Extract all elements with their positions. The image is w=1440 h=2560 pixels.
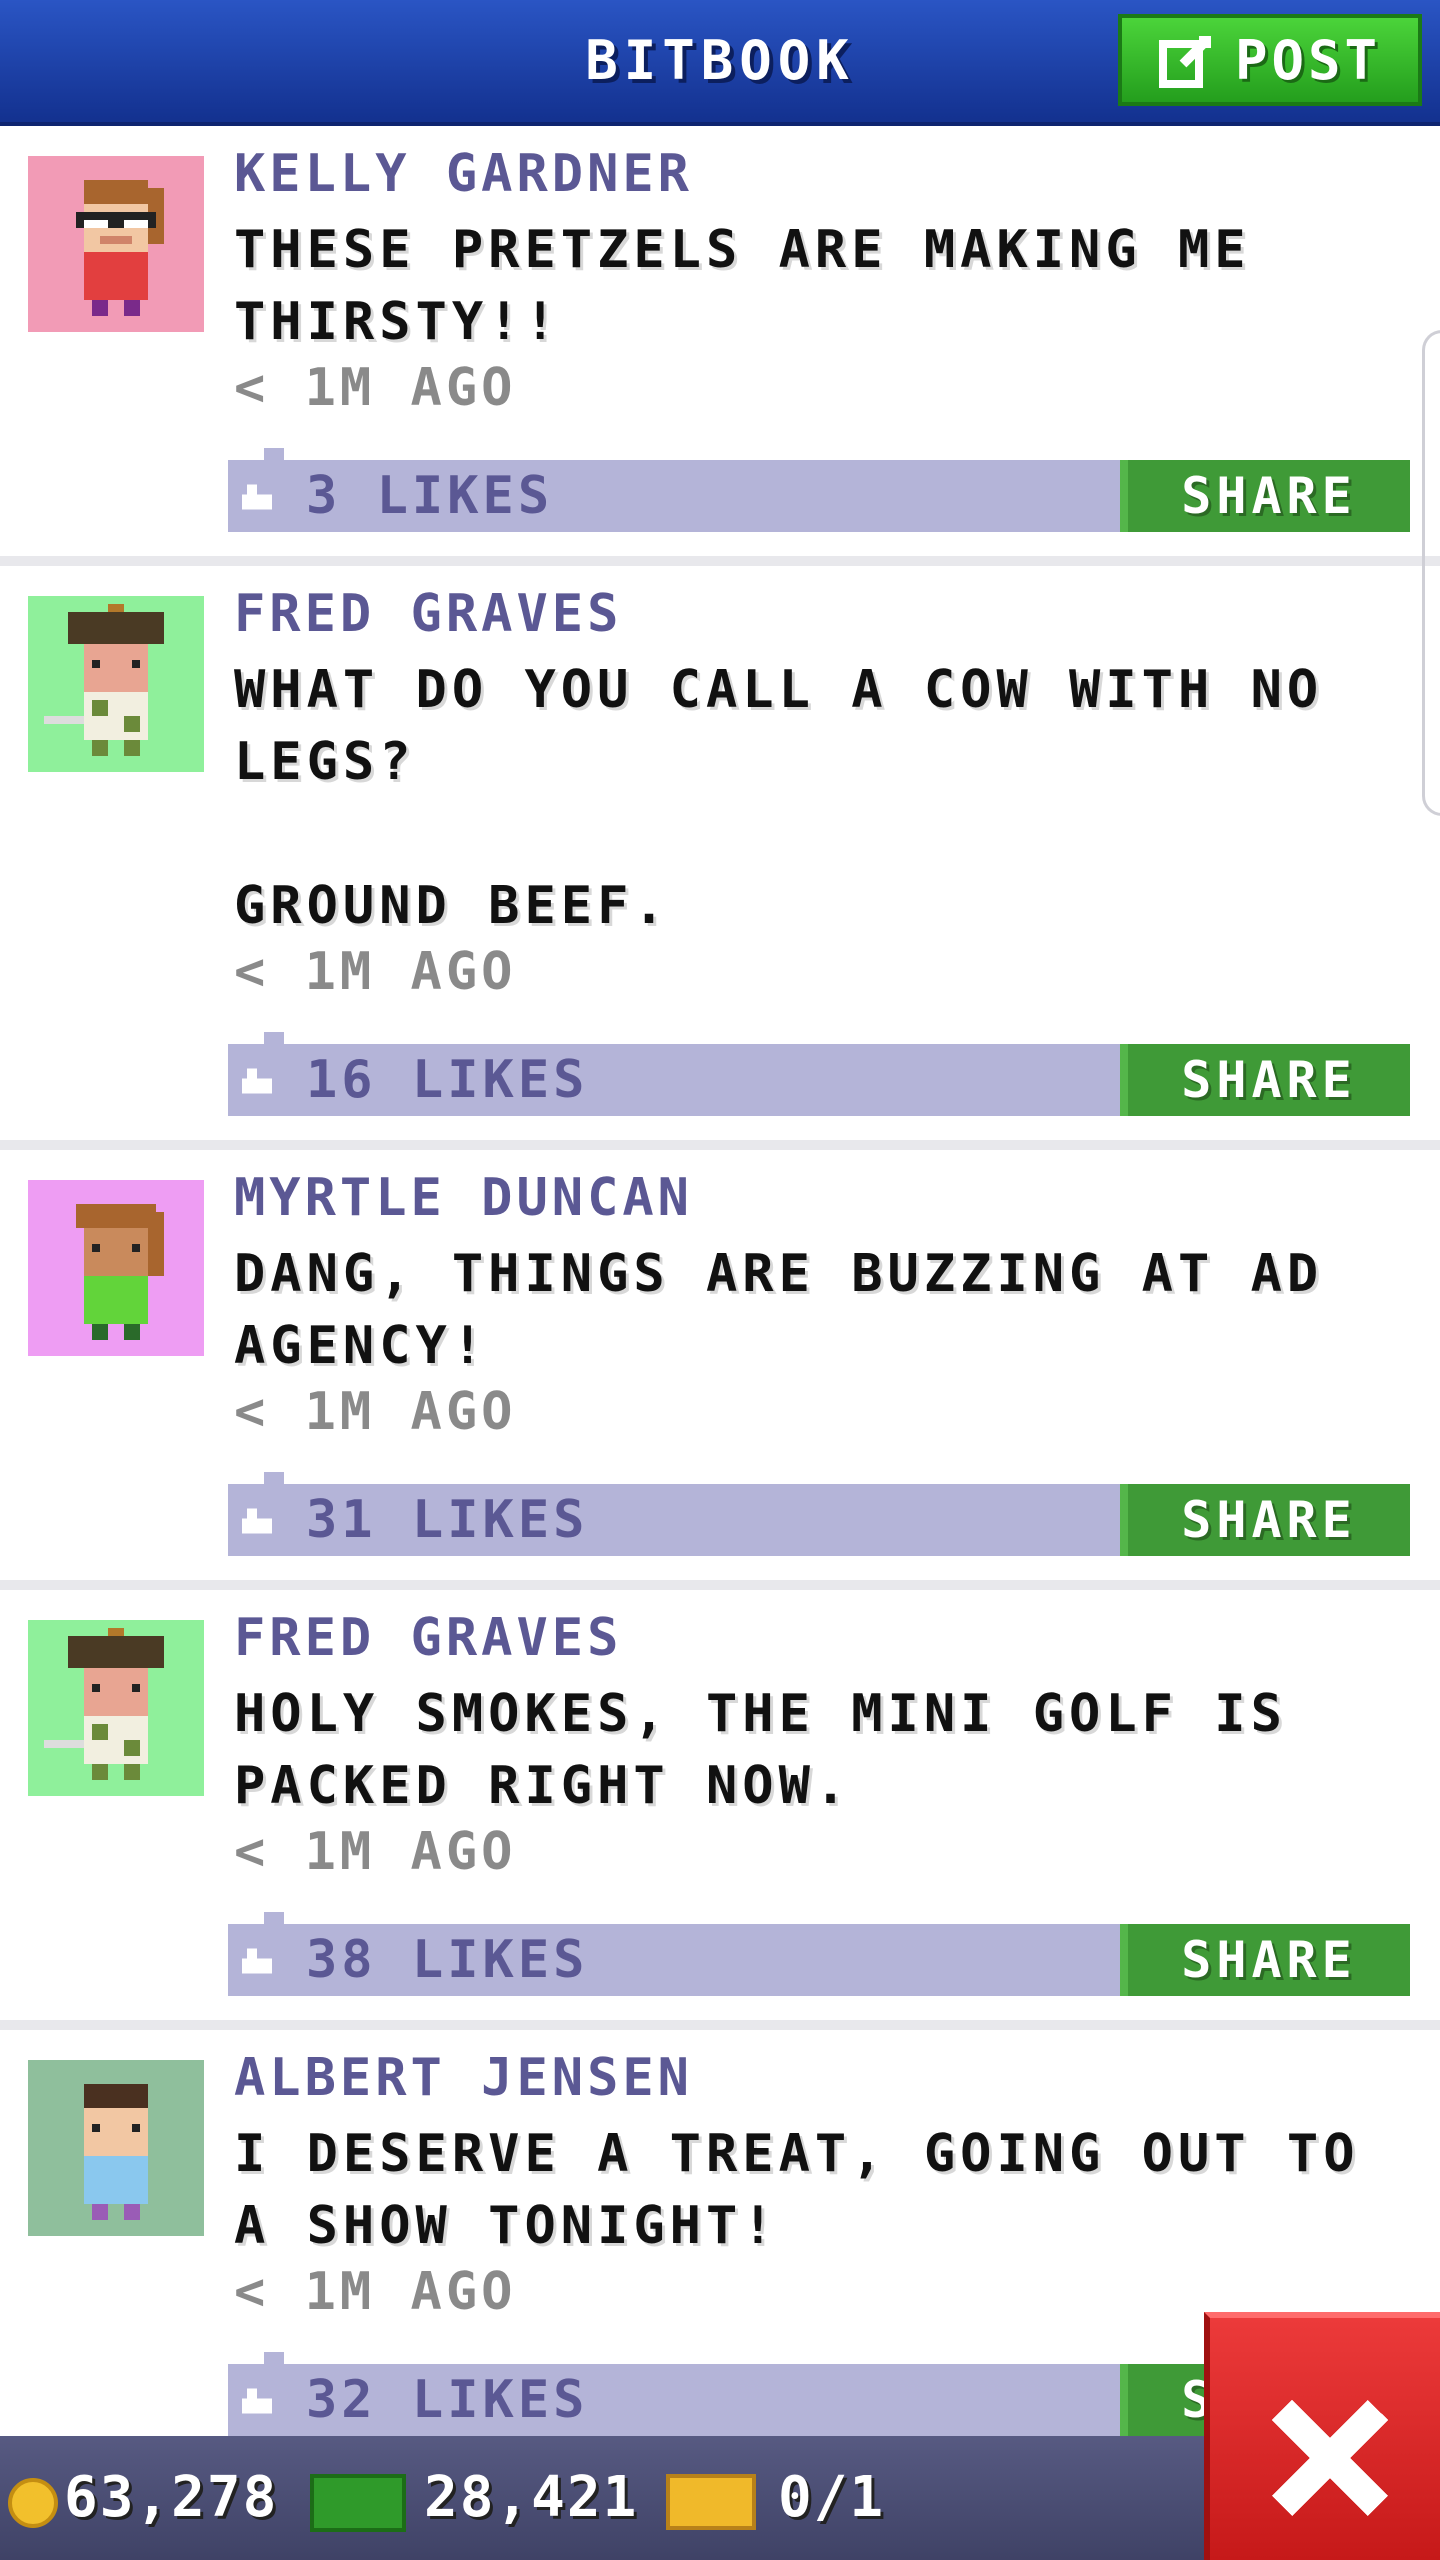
post-feed: KELLY GARDNER THESE PRETZELS ARE MAKING …: [0, 126, 1440, 2470]
ticket-icon: [666, 2474, 756, 2530]
post-message: I DESERVE A TREAT, GOING OUT TO A SHOW T…: [234, 2124, 1396, 2256]
post-message: DANG, THINGS ARE BUZZING AT AD AGENCY!: [234, 1244, 1360, 1376]
post-author[interactable]: ALBERT JENSEN: [234, 2048, 693, 2108]
close-button[interactable]: [1204, 2312, 1440, 2560]
notch: [264, 448, 284, 460]
notch: [264, 1032, 284, 1044]
post-item: FRED GRAVES HOLY SMOKES, THE MINI GOLF I…: [0, 1590, 1440, 2030]
likes-count[interactable]: 31 LIKES: [306, 1484, 588, 1556]
notch: [264, 2352, 284, 2364]
avatar: [28, 2060, 204, 2236]
post-item: MYRTLE DUNCAN DANG, THINGS ARE BUZZING A…: [0, 1150, 1440, 1590]
avatar: [28, 1180, 204, 1356]
post-time: < 1M AGO: [234, 1382, 517, 1442]
close-icon: [1271, 2399, 1389, 2517]
compose-icon: [1158, 36, 1211, 88]
likes-bar: 16 LIKES SHARE: [228, 1032, 1410, 1116]
post-button-label: POST: [1234, 28, 1382, 92]
post-item: KELLY GARDNER THESE PRETZELS ARE MAKING …: [0, 126, 1440, 566]
share-button[interactable]: SHARE: [1120, 1924, 1410, 1996]
post-button[interactable]: POST: [1118, 14, 1422, 106]
thumbs-up-icon: [242, 2388, 272, 2414]
scroll-indicator[interactable]: [1422, 330, 1440, 816]
post-time: < 1M AGO: [234, 942, 517, 1002]
avatar: [28, 596, 204, 772]
ticket-count: 0/1: [778, 2465, 886, 2530]
post-message: WHAT DO YOU CALL A COW WITH NO LEGS? GRO…: [234, 660, 1324, 936]
post-author[interactable]: MYRTLE DUNCAN: [234, 1168, 693, 1228]
share-button[interactable]: SHARE: [1120, 1484, 1410, 1556]
share-button[interactable]: SHARE: [1120, 460, 1410, 532]
post-author[interactable]: FRED GRAVES: [234, 584, 622, 644]
coin-count: 63,278: [64, 2465, 279, 2530]
share-button[interactable]: SHARE: [1120, 1044, 1410, 1116]
coin-icon: [8, 2478, 58, 2528]
bux-count: 28,421: [424, 2465, 639, 2530]
notch: [264, 1472, 284, 1484]
thumbs-up-icon: [242, 1068, 272, 1094]
thumbs-up-icon: [242, 1508, 272, 1534]
likes-bar: 3 LIKES SHARE: [228, 448, 1410, 532]
bux-icon: [310, 2474, 406, 2532]
post-author[interactable]: FRED GRAVES: [234, 1608, 622, 1668]
likes-count[interactable]: 16 LIKES: [306, 1044, 588, 1116]
thumbs-up-icon: [242, 484, 272, 510]
thumbs-up-icon: [242, 1948, 272, 1974]
post-time: < 1M AGO: [234, 2262, 517, 2322]
post-time: < 1M AGO: [234, 1822, 517, 1882]
likes-bar: 31 LIKES SHARE: [228, 1472, 1410, 1556]
likes-count[interactable]: 3 LIKES: [306, 460, 553, 532]
post-author[interactable]: KELLY GARDNER: [234, 144, 693, 204]
avatar: [28, 1620, 204, 1796]
post-time: < 1M AGO: [234, 358, 517, 418]
likes-count[interactable]: 32 LIKES: [306, 2364, 588, 2436]
likes-bar: 38 LIKES SHARE: [228, 1912, 1410, 1996]
header-bar: BITBOOK POST: [0, 0, 1440, 126]
avatar: [28, 156, 204, 332]
post-item: FRED GRAVES WHAT DO YOU CALL A COW WITH …: [0, 566, 1440, 1150]
notch: [264, 1912, 284, 1924]
post-message: THESE PRETZELS ARE MAKING ME THIRSTY!!: [234, 220, 1287, 352]
likes-count[interactable]: 38 LIKES: [306, 1924, 588, 1996]
post-message: HOLY SMOKES, THE MINI GOLF IS PACKED RIG…: [234, 1684, 1324, 1816]
